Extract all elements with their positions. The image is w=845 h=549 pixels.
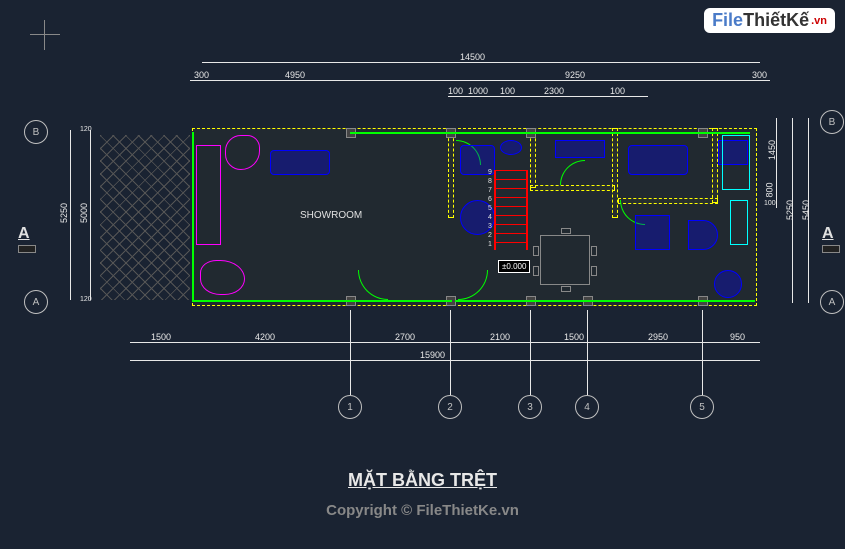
dim-top-left-ext: 300 [194, 70, 209, 80]
dim-line-left-2 [90, 130, 91, 300]
dim-right-3: 100 [764, 200, 776, 207]
section-mark-right: A [822, 225, 840, 253]
drawing-title: MẶT BẰNG TRỆT [348, 470, 497, 491]
desk-1 [635, 215, 670, 250]
cyan-right-2 [730, 200, 748, 245]
dim-bot-4: 2100 [490, 332, 510, 342]
dim-right-1: 1450 [767, 140, 777, 160]
dim-right-inner: 5250 [785, 200, 795, 220]
room-label-showroom: SHOWROOM [300, 210, 362, 221]
dim-top-right-ext: 300 [752, 70, 767, 80]
dim-bot-2: 4200 [255, 332, 275, 342]
sofa-1 [270, 150, 330, 175]
level-marker: ±0.000 [498, 260, 530, 273]
dim-top-r5: 100 [610, 86, 625, 96]
grid-ext-4 [587, 310, 588, 395]
grid-bubble-b-right: B [820, 110, 844, 134]
grid-bubble-4: 4 [575, 395, 599, 419]
dim-bot-7: 950 [730, 332, 745, 342]
ucs-marker-icon [30, 20, 60, 50]
paving-hatch [100, 135, 190, 300]
logo-part2: ThiếtKế [743, 10, 809, 31]
dim-right-2: 800 [765, 182, 775, 197]
cyan-right-1 [722, 135, 750, 190]
chair-curved [688, 220, 718, 250]
dim-left-total: 5250 [59, 203, 69, 223]
grid-ext-3 [530, 310, 531, 395]
wall-interior-3 [612, 128, 618, 218]
dim-line-bot-total [130, 360, 760, 361]
grid-ext-5 [702, 310, 703, 395]
dim-right-total: 5450 [801, 200, 811, 220]
grid-ext-2 [450, 310, 451, 395]
green-wall-top [350, 132, 750, 134]
grid-bubble-b-left: B [24, 120, 48, 144]
logo-suffix: .vn [811, 15, 827, 27]
grid-bubble-a-right: A [820, 290, 844, 314]
grid-bubble-3: 3 [518, 395, 542, 419]
dining-table [540, 235, 590, 285]
staircase [496, 170, 528, 250]
wc-2 [714, 270, 742, 298]
dim-top-r2: 1000 [468, 86, 488, 96]
grid-bubble-a-left: A [24, 290, 48, 314]
green-wall-bottom-2 [455, 300, 755, 302]
dim-bot-6: 2950 [648, 332, 668, 342]
magenta-planter [196, 145, 221, 245]
magenta-plant-1 [200, 260, 245, 295]
dim-line-bot-1 [130, 342, 760, 343]
grid-bubble-2: 2 [438, 395, 462, 419]
dim-bot-total: 15900 [420, 350, 445, 360]
wall-interior-1 [448, 128, 454, 218]
dim-bot-5: 1500 [564, 332, 584, 342]
stair-numbers: 9 8 7 6 5 4 3 2 1 [488, 168, 492, 249]
dim-left-b: 120 [80, 296, 92, 303]
section-mark-left: A [18, 225, 36, 253]
wall-interior-4 [530, 185, 615, 191]
bed-1 [628, 145, 688, 175]
green-wall-bottom-1 [192, 300, 452, 302]
sink-1 [500, 140, 522, 155]
dim-top-r4: 2300 [544, 86, 564, 96]
grid-ext-1 [350, 310, 351, 395]
copyright-text: Copyright © FileThietKe.vn [326, 502, 519, 519]
dim-top-r1: 100 [448, 86, 463, 96]
logo-part1: File [712, 10, 743, 31]
dim-line-top-total [202, 62, 760, 63]
dim-left-t: 120 [80, 126, 92, 133]
dim-top-right: 9250 [565, 70, 585, 80]
dim-line-left-total [70, 130, 71, 300]
dim-top-total: 14500 [460, 52, 485, 62]
counter-1 [555, 140, 605, 158]
green-wall-left [192, 132, 194, 300]
dim-left-inner: 5000 [79, 203, 89, 223]
dim-bot-1: 1500 [151, 332, 171, 342]
grid-bubble-1: 1 [338, 395, 362, 419]
cad-canvas[interactable]: FileThiếtKế.vn 14500 300 4950 9250 300 1… [0, 0, 845, 549]
dim-line-top-3 [448, 96, 648, 97]
dim-top-left: 4950 [285, 70, 305, 80]
grid-bubble-5: 5 [690, 395, 714, 419]
dim-top-r3: 100 [500, 86, 515, 96]
dim-line-right-3 [776, 118, 777, 208]
dim-line-top-2 [190, 80, 770, 81]
logo-watermark: FileThiếtKế.vn [704, 8, 835, 33]
dim-bot-3: 2700 [395, 332, 415, 342]
